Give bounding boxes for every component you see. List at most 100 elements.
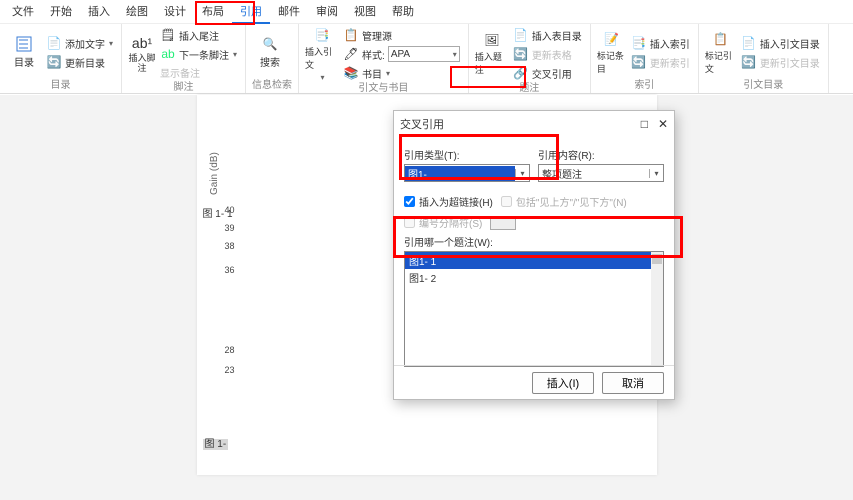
menu-help[interactable]: 帮助 (384, 0, 422, 24)
mark-citation-button[interactable]: 📋 标记引文 (705, 26, 737, 79)
reference-content-label: 引用内容(R): (538, 147, 664, 162)
citation-label: 插入引文 (305, 45, 339, 71)
reference-type-label: 引用类型(T): (404, 147, 530, 162)
insert-index-button[interactable]: 📑插入索引 (629, 34, 692, 52)
group-index: 📝 标记条目 📑插入索引 🔄更新索引 索引 (591, 24, 699, 93)
insert-endnote-button[interactable]: 🗒插入尾注 (158, 26, 239, 44)
group-search: 🔍 搜索 信息检索 (246, 24, 299, 93)
menu-review[interactable]: 审阅 (308, 0, 346, 24)
scroll-thumb[interactable] (652, 254, 662, 264)
caption-listbox[interactable]: 图1- 1 图1- 2 (404, 251, 664, 367)
menu-design[interactable]: 设计 (156, 0, 194, 24)
update-toc-button[interactable]: 🔄更新目录 (44, 53, 115, 71)
style-dropdown[interactable]: 🖊样式:APA▾ (341, 45, 462, 63)
reference-type-combo[interactable]: 图1- ▾ (404, 164, 530, 182)
ribbon: 目录 📄添加文字▾ 🔄更新目录 目录 ab¹ 插入脚注 🗒插入尾注 ab下一条脚… (0, 24, 853, 94)
refresh-icon: 🔄 (46, 54, 62, 70)
toc-icon (16, 36, 32, 52)
group-label-search: 信息检索 (252, 79, 292, 93)
chevron-down-icon[interactable]: ▾ (649, 169, 663, 178)
toc-button[interactable]: 目录 (6, 26, 42, 79)
footnote-label: 插入脚注 (128, 53, 156, 73)
menu-layout[interactable]: 布局 (194, 0, 232, 24)
y-tick: 23 (225, 365, 235, 375)
caption-list-label: 引用哪一个题注(W): (404, 234, 664, 249)
separator-input (490, 216, 516, 230)
group-label-index: 索引 (597, 79, 692, 93)
mark-citation-icon: 📋 (713, 31, 729, 47)
menu-insert[interactable]: 插入 (80, 0, 118, 24)
next-footnote-icon: ab (160, 46, 176, 62)
reference-type-value: 图1- (405, 166, 515, 181)
dialog-title: 交叉引用 (400, 116, 444, 132)
menu-references[interactable]: 引用 (232, 0, 270, 24)
menu-view[interactable]: 视图 (346, 0, 384, 24)
group-label-toc: 目录 (6, 79, 115, 93)
insert-button[interactable]: 插入(I) (532, 372, 594, 394)
search-button[interactable]: 🔍 搜索 (252, 26, 288, 79)
reference-content-combo[interactable]: 整项题注 ▾ (538, 164, 664, 182)
manage-icon: 📋 (343, 27, 359, 43)
mark-entry-icon: 📝 (604, 31, 620, 47)
add-text-button[interactable]: 📄添加文字▾ (44, 34, 115, 52)
menu-home[interactable]: 开始 (42, 0, 80, 24)
insert-footnote-button[interactable]: ab¹ 插入脚注 (128, 26, 156, 81)
menu-mail[interactable]: 邮件 (270, 0, 308, 24)
dialog-titlebar[interactable]: 交叉引用 □ ✕ (394, 111, 674, 137)
table-figures-icon: 📄 (513, 27, 529, 43)
insert-table-figures-button[interactable]: 📄插入表目录 (511, 26, 584, 44)
mark-entry-button[interactable]: 📝 标记条目 (597, 26, 627, 79)
insert-caption-button[interactable]: 🖼 插入题注 (475, 26, 509, 82)
style-icon: 🖊 (343, 46, 359, 62)
y-tick: 36 (225, 265, 235, 275)
bib-icon: 📚 (343, 65, 359, 81)
group-label-citation-table: 引文目录 (705, 79, 822, 93)
group-label-footnote: 脚注 (128, 81, 239, 95)
menu-draw[interactable]: 绘图 (118, 0, 156, 24)
caption-icon: 🖼 (484, 32, 500, 48)
group-citation-table: 📋 标记引文 📄插入引文目录 🔄更新引文目录 引文目录 (699, 24, 829, 93)
cross-reference-button[interactable]: 🔗交叉引用 (511, 64, 584, 82)
mark-citation-label: 标记引文 (705, 49, 737, 75)
group-label-caption: 题注 (475, 82, 584, 96)
toc-label: 目录 (14, 54, 34, 69)
endnote-icon: 🗒 (160, 27, 176, 43)
search-icon: 🔍 (262, 36, 278, 52)
y-tick: 39 (225, 223, 235, 233)
list-item[interactable]: 图1- 2 (405, 269, 663, 286)
above-below-checkbox: 包括"见上方"/"见下方"(N) (501, 194, 627, 209)
close-icon[interactable]: ✕ (658, 117, 668, 131)
maximize-icon[interactable]: □ (641, 117, 648, 131)
cit-table-icon: 📄 (741, 35, 757, 51)
update-citation-table-button: 🔄更新引文目录 (739, 53, 822, 71)
cross-reference-dialog: 交叉引用 □ ✕ 引用类型(T): 图1- ▾ 引用内容(R): 整项题注 ▾ (393, 110, 675, 400)
next-footnote-button[interactable]: ab下一条脚注▾ (158, 45, 239, 63)
mark-label: 标记条目 (597, 49, 627, 75)
search-label: 搜索 (260, 54, 280, 69)
chevron-down-icon[interactable]: ▾ (515, 169, 529, 178)
menu-file[interactable]: 文件 (4, 0, 42, 24)
citation-icon: 📑 (314, 27, 330, 43)
update-index-icon: 🔄 (631, 54, 647, 70)
separator-checkbox: 编号分隔符(S) (404, 215, 664, 230)
manage-sources-button[interactable]: 📋管理源 (341, 26, 462, 44)
update-index-button: 🔄更新索引 (629, 53, 692, 71)
hyperlink-checkbox[interactable]: 插入为超链接(H) (404, 194, 493, 209)
figure-caption-2: 图 1- (203, 435, 229, 450)
cancel-button[interactable]: 取消 (602, 372, 664, 394)
caption-label: 插入题注 (475, 50, 509, 76)
insert-citation-button[interactable]: 📑 插入引文▾ (305, 26, 339, 82)
add-text-icon: 📄 (46, 35, 62, 51)
footnote-icon: ab¹ (134, 35, 150, 51)
insert-citation-table-button[interactable]: 📄插入引文目录 (739, 34, 822, 52)
list-item[interactable]: 图1- 1 (405, 252, 663, 269)
figure-caption-1: 图 1- 1 (203, 205, 233, 220)
bibliography-button[interactable]: 📚书目▾ (341, 64, 462, 82)
scrollbar[interactable] (651, 252, 663, 366)
group-caption: 🖼 插入题注 📄插入表目录 🔄更新表格 🔗交叉引用 题注 (469, 24, 591, 93)
y-tick: 28 (225, 345, 235, 355)
group-footnote: ab¹ 插入脚注 🗒插入尾注 ab下一条脚注▾ 显示备注 脚注 (122, 24, 246, 93)
group-label-citation: 引文与书目 (305, 82, 462, 96)
dialog-footer: 插入(I) 取消 (394, 365, 674, 399)
update-icon: 🔄 (513, 46, 529, 62)
